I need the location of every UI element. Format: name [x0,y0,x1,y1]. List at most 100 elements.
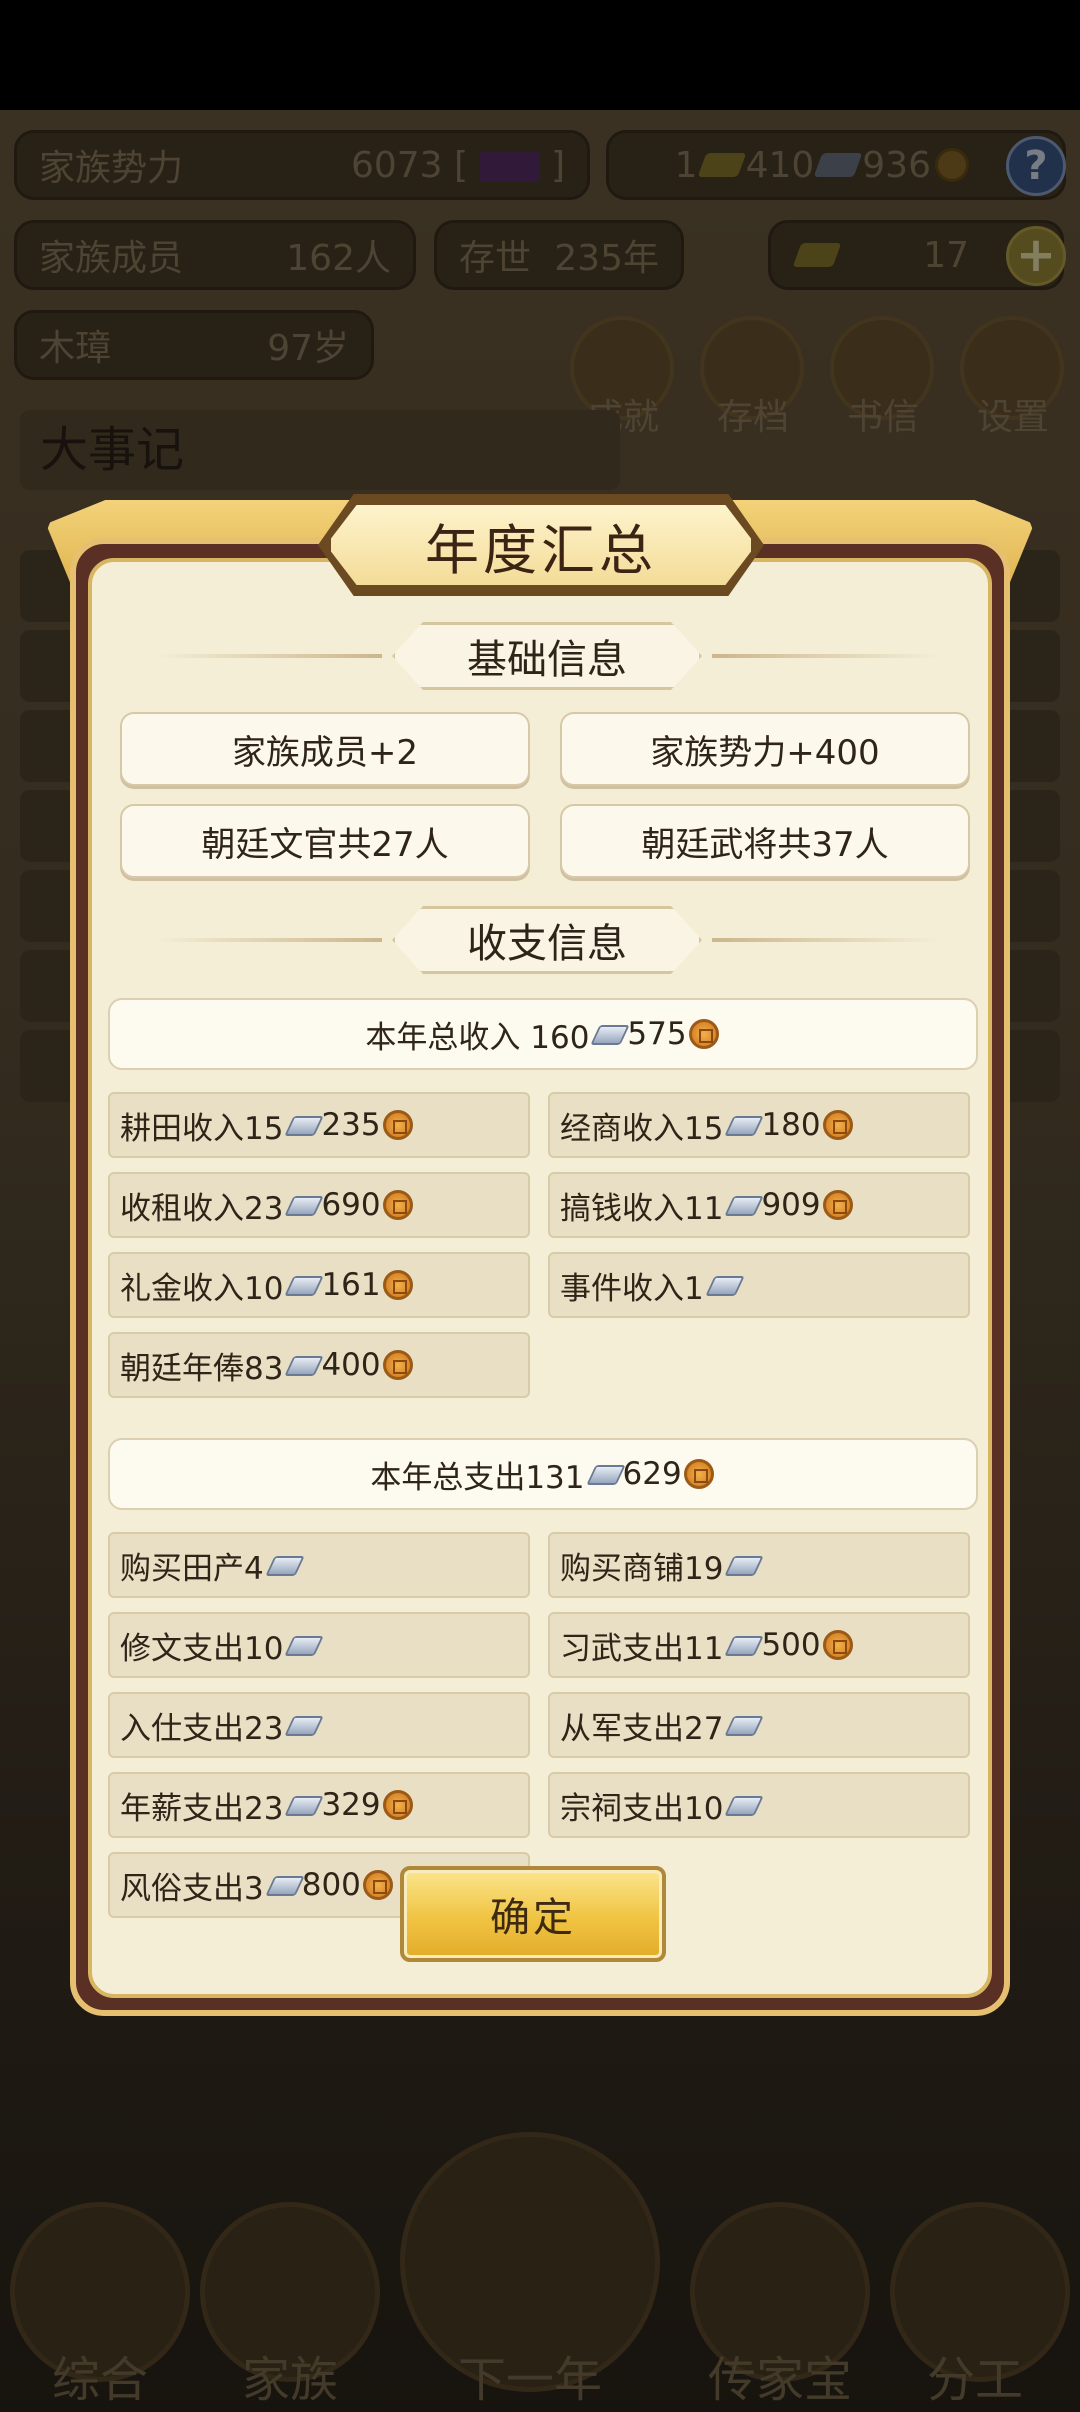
expense-item: 从军支出27 [548,1692,970,1758]
divider [712,938,942,942]
divider [712,654,942,658]
coin-icon [382,1190,413,1220]
finance-info-title: 收支信息 [392,906,702,974]
divider [152,654,382,658]
patriarch-name: 木璋 [39,328,112,369]
expense-label: 购买田产4 [120,1550,264,1587]
family-power-label: 家族势力 [39,148,184,189]
expense-coins: 500 [761,1627,821,1663]
silver-icon [591,1023,625,1045]
family-members-label: 家族成员 [39,238,184,279]
coin-icon [382,1270,413,1300]
gold-ingot-count: 1 [674,144,698,186]
silver-icon [285,1794,319,1816]
expense-label: 习武支出11 [560,1630,724,1667]
income-item: 经商收入15 180 [548,1092,970,1158]
patriarch-box[interactable]: 木璋 97岁 [14,310,374,380]
silver-icon [725,1114,759,1136]
gold-ingot-icon [697,153,746,177]
silver-icon [725,1194,759,1216]
expense-label: 风俗支出3 [120,1870,264,1907]
overview-nav-label: 综合 [51,2352,148,2408]
silver-icon [285,1194,319,1216]
coin-icon [683,1459,714,1489]
confirm-button[interactable]: 确定 [400,1866,666,1962]
income-total-coins: 575 [627,1016,687,1052]
help-icon[interactable]: ? [1006,136,1066,196]
expense-label: 从军支出27 [560,1710,724,1747]
income-item: 朝廷年俸83 400 [108,1332,530,1398]
income-label: 经商收入15 [560,1110,724,1147]
yuanbao-count: 17 [923,234,969,276]
family-members-change: 家族成员+2 [120,712,530,786]
summary-scroll-area[interactable]: 基础信息 家族成员+2 家族势力+400 朝廷文官共27人 朝廷武将共37人 收… [92,562,996,1944]
years-box: 存世 235年 [434,220,684,290]
civil-officials-count: 朝廷文官共27人 [120,804,530,878]
dialog-body: 基础信息 家族成员+2 家族势力+400 朝廷文官共27人 朝廷武将共37人 收… [88,558,992,1998]
years-value: 235年 [554,238,659,279]
expense-coins: 800 [301,1867,361,1903]
silver-icon [725,1794,759,1816]
coin-icon [382,1110,413,1140]
silver-icon [725,1714,759,1736]
status-bar [0,0,1080,110]
income-total: 本年总收入 160 575 [108,998,978,1070]
expense-coins: 329 [321,1787,381,1823]
income-coins: 909 [761,1187,821,1223]
add-yuanbao-icon[interactable]: + [1006,226,1066,286]
silver-icon [266,1874,300,1896]
family-members-value: 162人 [286,238,391,279]
expense-label: 修文支出10 [120,1630,284,1667]
coin-icon [822,1630,853,1660]
expense-item: 入仕支出23 [108,1692,530,1758]
family-nav-label: 家族 [241,2352,338,2408]
silver-icon [725,1634,759,1656]
family-power-change: 家族势力+400 [560,712,970,786]
next-year-label: 下一年 [457,2352,602,2408]
income-label: 礼金收入10 [120,1270,284,1307]
patriarch-age: 97岁 [267,328,349,369]
income-item: 事件收入1 [548,1252,970,1318]
expense-label: 入仕支出23 [120,1710,284,1747]
silver-count: 410 [745,144,815,186]
divider [152,938,382,942]
basic-info-header: 基础信息 [152,622,942,690]
title-plate: 年度汇总 [326,500,756,590]
silver-icon [285,1354,319,1376]
income-label: 朝廷年俸83 [120,1350,284,1387]
years-label: 存世 [459,238,532,279]
coin-count: 936 [862,144,931,186]
annual-summary-dialog: 基础信息 家族成员+2 家族势力+400 朝廷文官共27人 朝廷武将共37人 收… [46,494,1034,2030]
income-total-label: 本年总收入 160 [365,1019,590,1056]
coin-icon [935,148,969,182]
income-coins: 180 [761,1107,821,1143]
currency-box: 1 410 936 [606,130,1066,200]
coin-icon [362,1870,393,1900]
events-title: 大事记 [20,410,620,490]
coin-icon [382,1350,413,1380]
expense-total-label: 本年总支出131 [370,1459,585,1496]
income-item: 收租收入23 690 [108,1172,530,1238]
silver-icon [285,1274,319,1296]
expense-total: 本年总支出131 629 [108,1438,978,1510]
silver-icon [285,1714,319,1736]
expense-item: 购买田产4 [108,1532,530,1598]
income-label: 事件收入1 [560,1270,704,1307]
finance-info-header: 收支信息 [152,906,942,974]
income-coins: 161 [321,1267,381,1303]
expense-item: 年薪支出23 329 [108,1772,530,1838]
expense-label: 购买商铺19 [560,1550,724,1587]
expense-item: 修文支出10 [108,1612,530,1678]
silver-icon [266,1554,300,1576]
income-coins: 400 [321,1347,381,1383]
family-power-box: 家族势力 6073 [ ] [14,130,590,200]
silver-icon [285,1114,319,1136]
income-coins: 690 [321,1187,381,1223]
dialog-title: 年度汇总 [425,518,657,582]
silver-icon [285,1634,319,1656]
heirloom-nav-label: 传家宝 [707,2352,852,2408]
expense-total-coins: 629 [622,1456,682,1492]
military-generals-count: 朝廷武将共37人 [560,804,970,878]
expense-label: 年薪支出23 [120,1790,284,1827]
silver-icon [725,1554,759,1576]
